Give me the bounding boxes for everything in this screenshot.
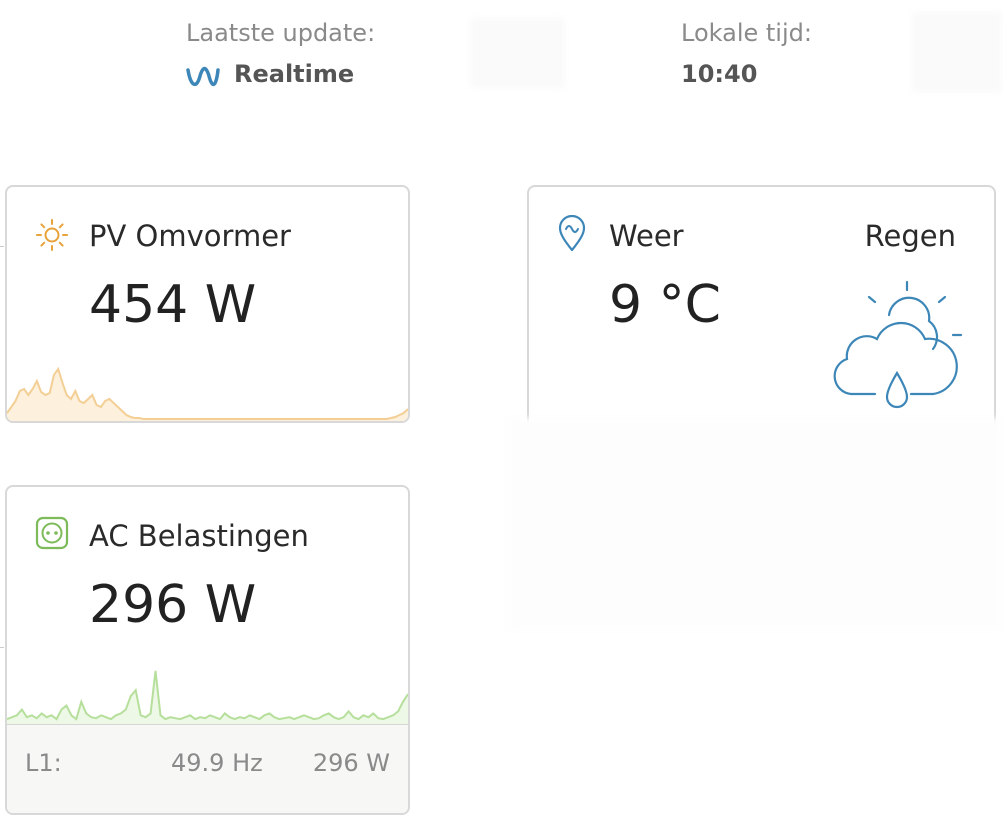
divider bbox=[0, 647, 4, 648]
ac-loads-power: 296 W bbox=[89, 575, 257, 635]
pv-inverter-power: 454 W bbox=[89, 275, 257, 335]
redacted-area bbox=[508, 418, 1001, 630]
location-pin-icon bbox=[558, 215, 586, 252]
ac-loads-card[interactable]: AC Belastingen 296 W L1: 49.9 Hz 296 W bbox=[5, 485, 410, 815]
ac-loads-sparkline bbox=[7, 670, 408, 725]
pv-power-sparkline bbox=[7, 366, 408, 421]
phase-frequency: 49.9 Hz bbox=[171, 749, 263, 777]
divider bbox=[0, 246, 4, 247]
weather-card[interactable]: Weer Regen 9 °C bbox=[527, 185, 996, 435]
ac-loads-title: AC Belastingen bbox=[89, 519, 309, 553]
weather-condition: Regen bbox=[864, 219, 956, 253]
weather-temperature: 9 °C bbox=[609, 275, 721, 335]
phase-label: L1: bbox=[25, 749, 62, 777]
realtime-wave-icon bbox=[186, 66, 220, 86]
pv-inverter-card[interactable]: PV Omvormer 454 W bbox=[5, 185, 410, 423]
local-time-label: Lokale tijd: bbox=[681, 19, 812, 47]
phase-power: 296 W bbox=[312, 749, 390, 777]
rain-cloud-icon bbox=[833, 280, 963, 409]
redacted-area bbox=[470, 18, 565, 88]
last-update-value: Realtime bbox=[234, 60, 355, 88]
sun-icon bbox=[36, 219, 68, 251]
local-time-value: 10:40 bbox=[681, 60, 758, 88]
ac-phase-row: L1: 49.9 Hz 296 W bbox=[7, 724, 408, 813]
pv-inverter-title: PV Omvormer bbox=[89, 219, 291, 253]
redacted-area bbox=[912, 12, 1002, 92]
last-update-label: Laatste update: bbox=[186, 19, 376, 47]
power-socket-icon bbox=[35, 516, 69, 550]
weather-title: Weer bbox=[609, 219, 684, 253]
